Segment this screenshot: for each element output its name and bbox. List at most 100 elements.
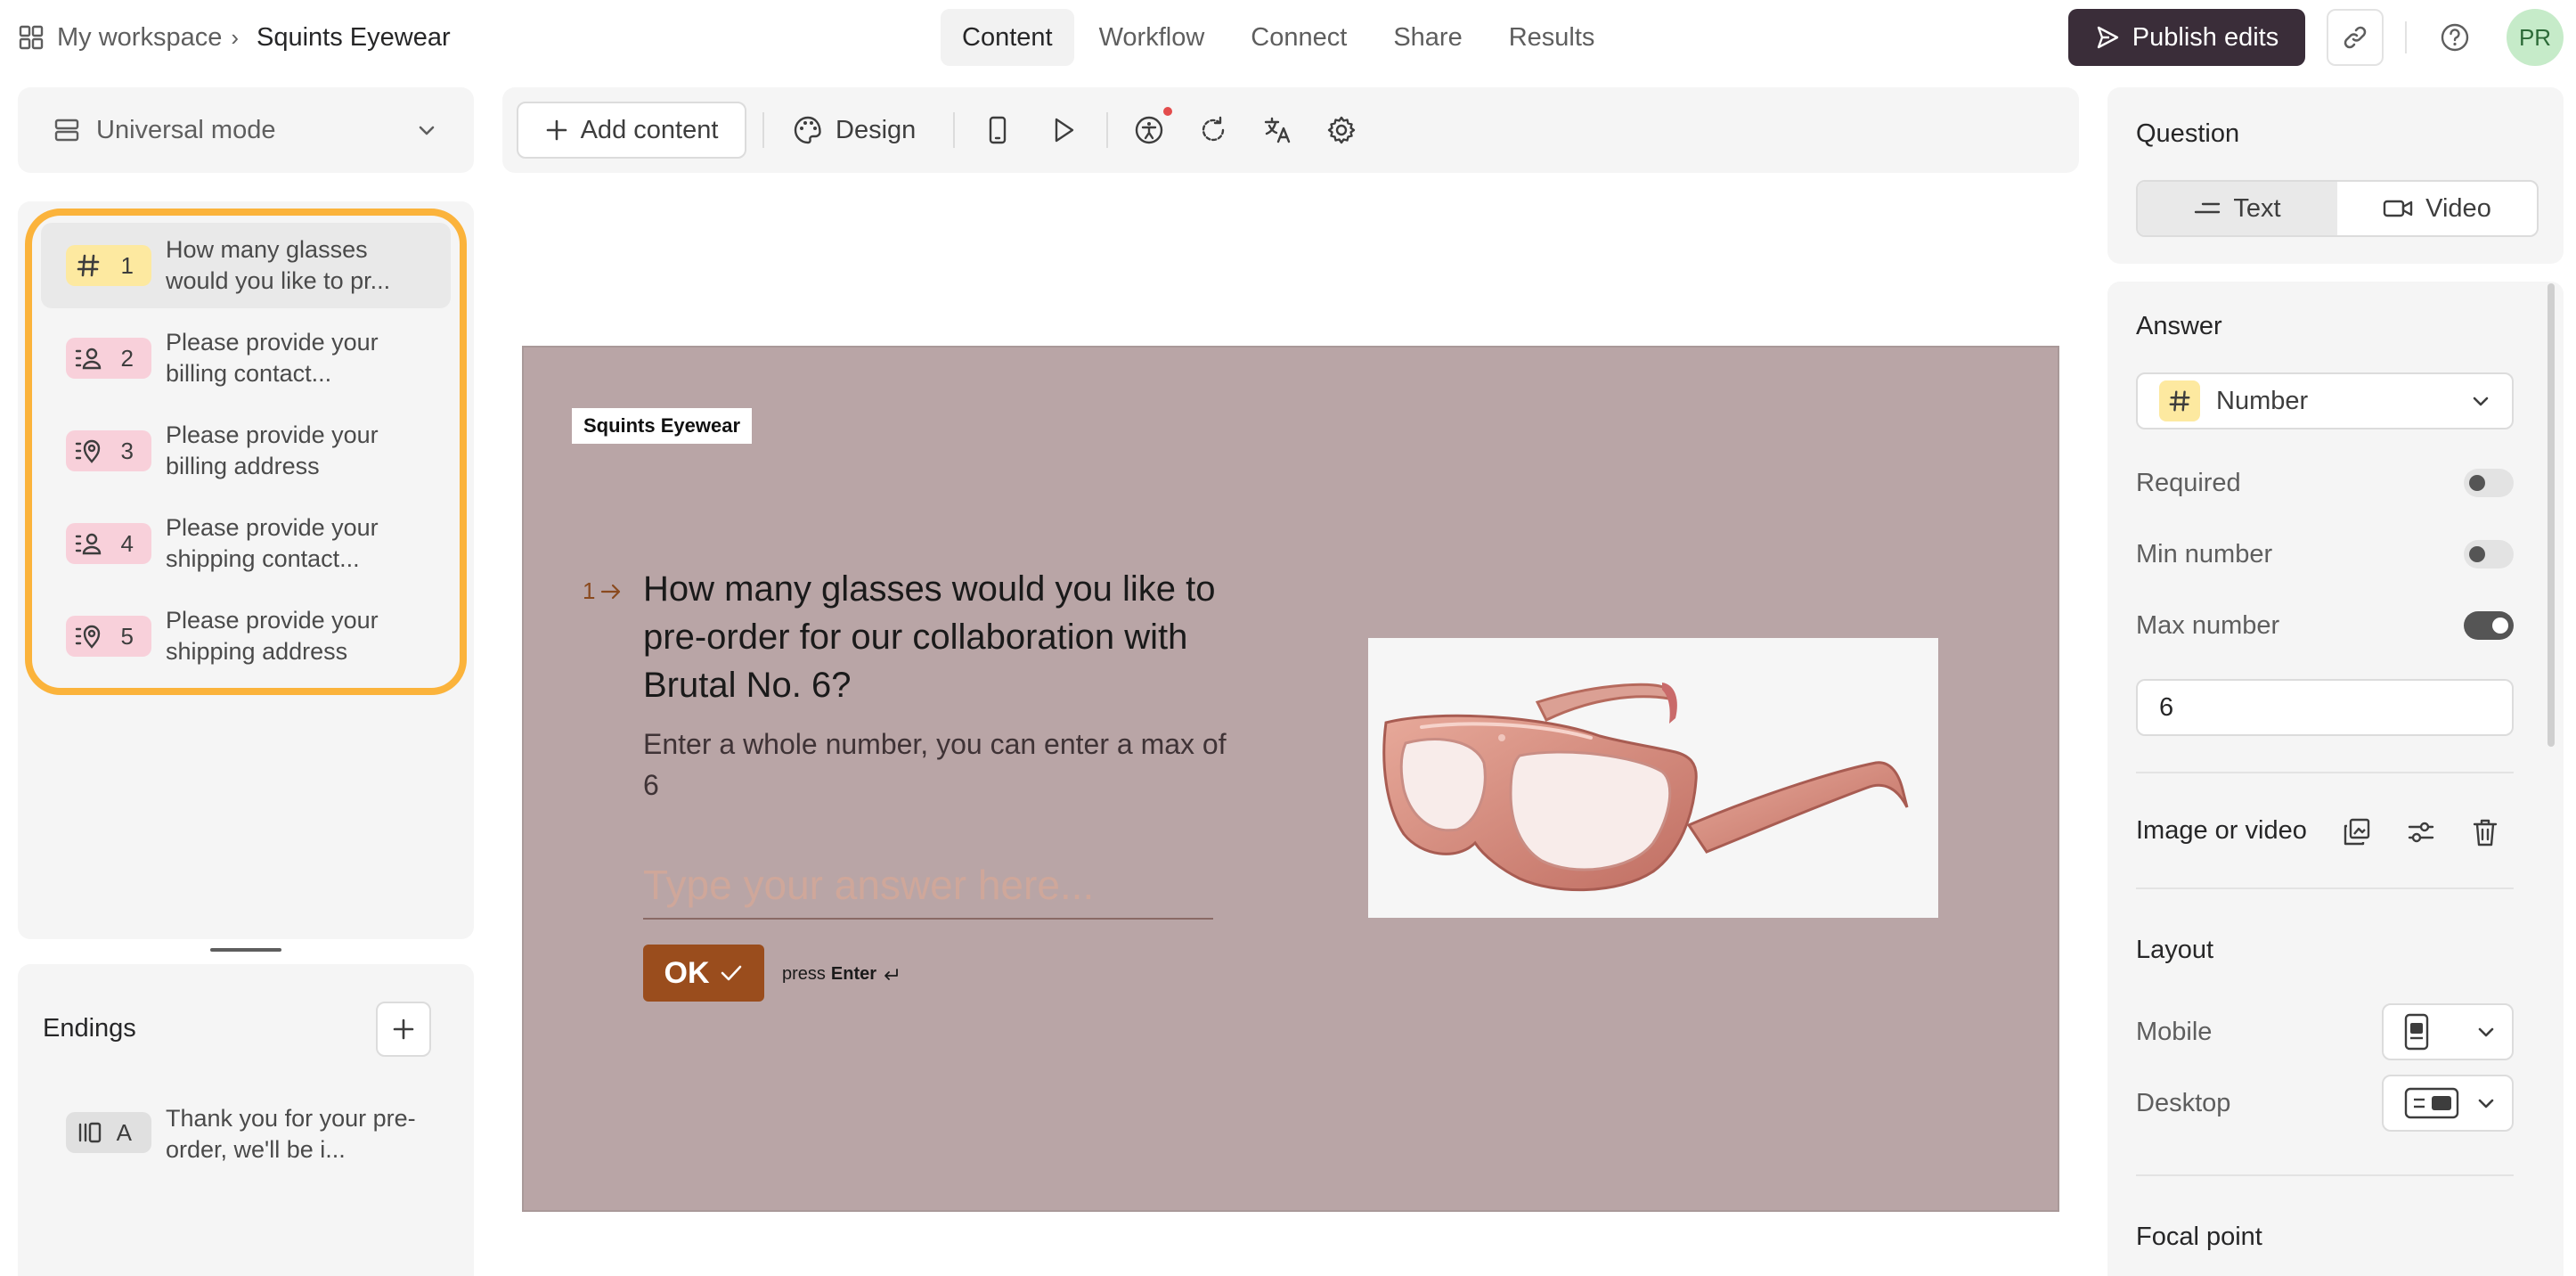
endings-title: Endings: [43, 1014, 136, 1043]
desktop-layout-icon: [2403, 1084, 2460, 1123]
chevron-down-icon: [2474, 1020, 2498, 1043]
text-lines-icon: [2194, 198, 2221, 219]
question-number: 3: [120, 437, 134, 464]
question-number: 4: [120, 529, 134, 557]
question-type-badge: 4: [66, 523, 151, 564]
desktop-layout-select[interactable]: [2382, 1075, 2514, 1132]
form-name[interactable]: Squints Eyewear: [257, 23, 451, 53]
preview-button[interactable]: [1046, 112, 1081, 148]
publish-button[interactable]: Publish edits: [2068, 9, 2305, 66]
min-number-label: Min number: [2136, 540, 2273, 568]
tab-workflow[interactable]: Workflow: [1078, 9, 1227, 66]
logic-button[interactable]: [1195, 112, 1231, 148]
copy-link-button[interactable]: [2327, 9, 2384, 66]
question-number: 1: [120, 251, 134, 279]
required-label: Required: [2136, 469, 2241, 497]
scrollbar[interactable]: [2547, 283, 2555, 747]
ending-letter: A: [116, 1118, 132, 1146]
text-option[interactable]: Text: [2138, 182, 2337, 235]
mobile-layout-icon: [2403, 1012, 2430, 1051]
ending-label[interactable]: Thank you for your pre-order, we'll be i…: [166, 1103, 424, 1166]
mobile-layout-select[interactable]: [2382, 1003, 2514, 1060]
question-label: Please provide your billing address: [166, 421, 379, 479]
max-number-input[interactable]: 6: [2136, 679, 2514, 736]
max-number-toggle[interactable]: [2464, 611, 2514, 640]
workspace-link[interactable]: My workspace: [57, 23, 222, 53]
mode-selector[interactable]: Universal mode: [18, 87, 474, 173]
refresh-dashed-icon: [1198, 115, 1228, 145]
ending-badge[interactable]: A: [66, 1112, 151, 1153]
design-button[interactable]: Design: [793, 102, 916, 159]
text-option-label: Text: [2233, 193, 2281, 223]
question-panel: [2107, 87, 2564, 264]
question-item-4[interactable]: 4 Please provide your shipping contact..…: [41, 501, 451, 586]
question-type-badge: 2: [66, 338, 151, 379]
add-ending-button[interactable]: [376, 1002, 431, 1057]
tab-content[interactable]: Content: [941, 9, 1074, 66]
mobile-preview-button[interactable]: [980, 112, 1015, 148]
ok-label: OK: [664, 955, 710, 990]
question-index-number: 1: [583, 577, 596, 604]
contact-icon: [75, 345, 103, 372]
question-item-5[interactable]: 5 Please provide your shipping address: [41, 593, 451, 679]
mode-label: Universal mode: [96, 115, 276, 144]
video-option[interactable]: Video: [2337, 182, 2537, 235]
chevron-down-icon: [415, 119, 438, 142]
ok-button[interactable]: OK: [643, 945, 764, 1002]
replace-media-button[interactable]: [2339, 814, 2375, 850]
section-divider: [2136, 772, 2514, 773]
answer-type-select[interactable]: Number: [2136, 372, 2514, 429]
add-content-button[interactable]: Add content: [517, 102, 746, 159]
question-panel-title: Question: [2136, 119, 2240, 148]
layers-icon: [53, 117, 80, 143]
link-icon: [2341, 23, 2369, 52]
avatar[interactable]: PR: [2507, 9, 2564, 66]
question-label: Please provide your billing contact...: [166, 329, 379, 387]
enter-key-icon: [882, 967, 900, 983]
section-divider: [2136, 1174, 2514, 1176]
accessibility-button[interactable]: [1131, 112, 1167, 148]
tab-share[interactable]: Share: [1372, 9, 1483, 66]
question-type-badge: 3: [66, 430, 151, 471]
accessibility-icon: [1134, 115, 1164, 145]
settings-button[interactable]: [1324, 112, 1359, 148]
resize-handle[interactable]: [210, 948, 281, 952]
required-toggle[interactable]: [2464, 469, 2514, 497]
press-label: press: [782, 964, 826, 984]
gear-icon: [1326, 115, 1357, 145]
breadcrumb: My workspace › Squints Eyewear: [18, 20, 451, 55]
answer-input[interactable]: Type your answer here...: [643, 852, 1213, 920]
help-button[interactable]: [2437, 20, 2473, 55]
media-settings-button[interactable]: [2403, 814, 2439, 850]
delete-media-button[interactable]: [2467, 814, 2503, 850]
question-description[interactable]: Enter a whole number, you can enter a ma…: [643, 724, 1231, 806]
notification-dot: [1163, 107, 1172, 116]
tab-connect[interactable]: Connect: [1229, 9, 1368, 66]
top-bar: My workspace › Squints Eyewear Content W…: [0, 0, 2576, 75]
question-image[interactable]: [1368, 638, 1938, 918]
translate-button[interactable]: [1259, 112, 1295, 148]
toolbar-divider: [762, 112, 764, 148]
toolbar-divider: [953, 112, 955, 148]
arrow-right-icon: [600, 583, 622, 601]
min-number-toggle[interactable]: [2464, 540, 2514, 568]
question-item-1[interactable]: 1 How many glasses would you like to pr.…: [41, 223, 451, 308]
enter-label: Enter: [830, 964, 877, 984]
layout-title: Layout: [2136, 936, 2214, 964]
question-title[interactable]: How many glasses would you like to pre-o…: [643, 565, 1231, 709]
sliders-icon: [2406, 817, 2436, 847]
chevron-down-icon: [2474, 1092, 2498, 1115]
focal-point-title: Focal point: [2136, 1223, 2262, 1251]
grid-icon[interactable]: [18, 24, 45, 51]
question-label: Please provide your shipping address: [166, 607, 379, 665]
question-type-badge: 1: [66, 245, 151, 286]
publish-label: Publish edits: [2132, 22, 2279, 52]
question-item-3[interactable]: 3 Please provide your billing address: [41, 408, 451, 494]
tab-results[interactable]: Results: [1488, 9, 1617, 66]
phone-icon: [984, 115, 1011, 145]
hash-icon: [2159, 380, 2200, 421]
add-content-label: Add content: [580, 115, 719, 144]
question-item-2[interactable]: 2 Please provide your billing contact...: [41, 315, 451, 401]
plus-icon: [391, 1017, 416, 1042]
replace-image-icon: [2342, 817, 2372, 847]
